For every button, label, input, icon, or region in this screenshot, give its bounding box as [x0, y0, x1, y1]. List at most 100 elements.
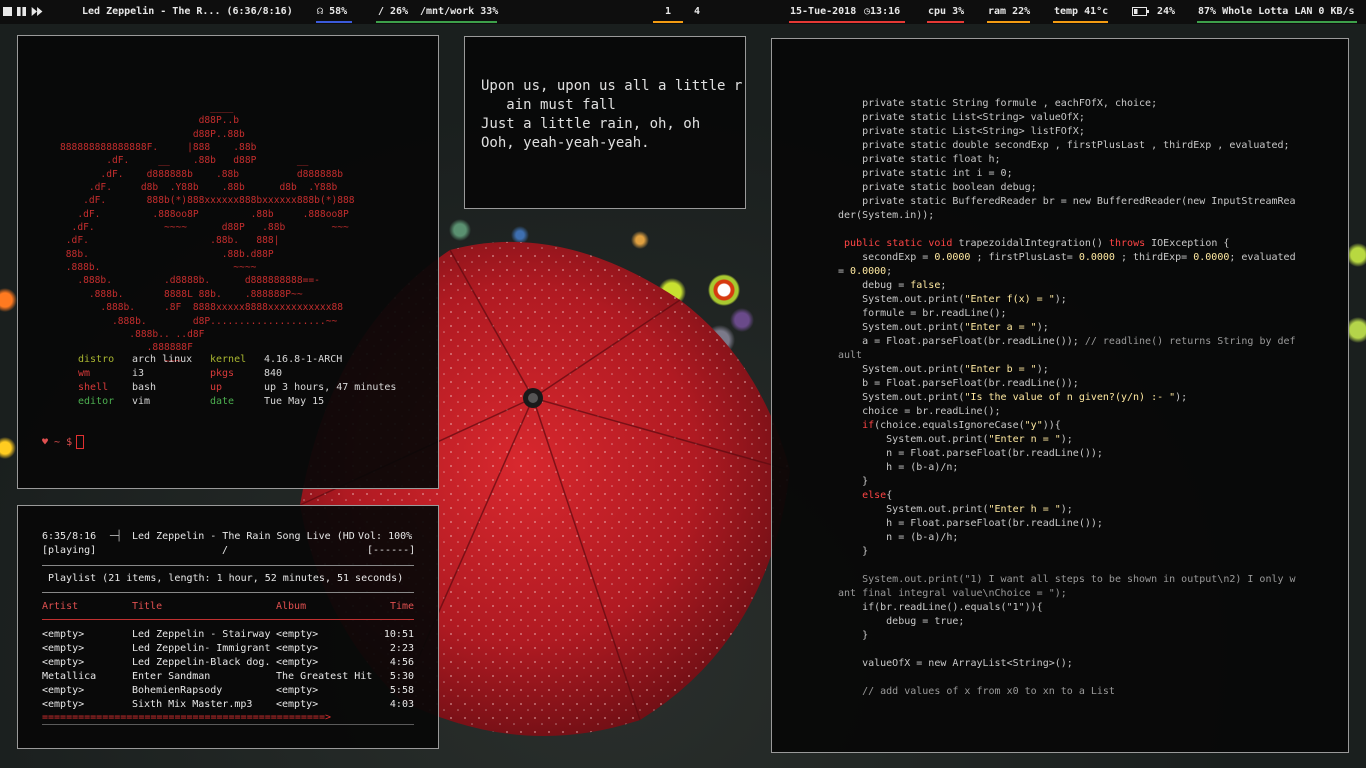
code-line[interactable]: b = Float.parseFloat(br.readLine());: [838, 377, 1304, 391]
track-artist[interactable]: <empty>: [42, 698, 84, 712]
code-line[interactable]: public static void trapezoidalIntegratio…: [838, 237, 1304, 251]
track-artist[interactable]: <empty>: [42, 684, 84, 698]
pause-icon[interactable]: [17, 6, 26, 16]
code-line[interactable]: System.out.print("Is the value of n give…: [838, 391, 1304, 405]
code-line[interactable]: ault: [838, 349, 1304, 363]
code-editor-window[interactable]: private static String formule , eachFOfX…: [771, 38, 1349, 753]
code-line[interactable]: der(System.in));: [838, 209, 1304, 223]
battery-value: 24%: [1157, 6, 1176, 17]
track-title[interactable]: BohemienRapsody: [132, 684, 274, 698]
code-line[interactable]: a = Float.parseFloat(br.readLine()); // …: [838, 335, 1304, 349]
code-line[interactable]: System.out.print("Enter f(x) = ");: [838, 293, 1304, 307]
next-icon[interactable]: [31, 6, 44, 16]
code-line[interactable]: System.out.print("1) I want all steps to…: [838, 573, 1304, 587]
code-line[interactable]: // add values of x from x0 to xn to a Li…: [838, 685, 1304, 699]
code-line[interactable]: [838, 643, 1304, 657]
code-line[interactable]: if(choice.equalsIgnoreCase("y")){: [838, 419, 1304, 433]
code-line[interactable]: h = Float.parseFloat(br.readLine());: [838, 517, 1304, 531]
track-album[interactable]: <empty>: [276, 628, 318, 642]
info-value: vim: [132, 396, 151, 407]
media-controls: [3, 0, 49, 24]
track-album[interactable]: <empty>: [276, 642, 318, 656]
battery: 24%: [1132, 0, 1175, 24]
track-title[interactable]: Led Zeppelin- Immigrant: [132, 642, 274, 656]
column-header-artist[interactable]: Artist: [42, 600, 78, 614]
ram-underline: [987, 21, 1030, 23]
code-line[interactable]: n = Float.parseFloat(br.readLine());: [838, 447, 1304, 461]
code-line[interactable]: [838, 223, 1304, 237]
temp-underline: [1053, 21, 1108, 23]
code-line[interactable]: n = (b-a)/h;: [838, 531, 1304, 545]
lyric-line: ain must fall: [481, 97, 616, 113]
shell-prompt[interactable]: ♥ ~ $: [42, 435, 85, 449]
column-header-time[interactable]: Time: [390, 600, 414, 614]
terminal-cursor: [76, 435, 85, 449]
track-album[interactable]: The Greatest Hit: [276, 670, 372, 684]
code-line[interactable]: private static BufferedReader br = new B…: [838, 195, 1304, 209]
code-line[interactable]: private static boolean debug;: [838, 181, 1304, 195]
media-title[interactable]: Led Zeppelin - The R... (6:36/8:16): [82, 0, 293, 24]
track-time[interactable]: 4:03: [390, 698, 414, 712]
code-line[interactable]: formule = br.readLine();: [838, 307, 1304, 321]
code-line[interactable]: System.out.print("Enter h = ");: [838, 503, 1304, 517]
column-header-title[interactable]: Title: [132, 600, 162, 614]
time-value: 13:16: [870, 6, 901, 17]
code-line[interactable]: private static double secondExp , firstP…: [838, 139, 1304, 153]
code-line[interactable]: debug = true;: [838, 615, 1304, 629]
code-line[interactable]: debug = false;: [838, 279, 1304, 293]
track-album[interactable]: <empty>: [276, 656, 318, 670]
code-line[interactable]: ant final integral value\nChoice = ");: [838, 587, 1304, 601]
status-bar: Led Zeppelin - The R... (6:36/8:16) ☊ 58…: [0, 0, 1366, 24]
track-time[interactable]: 4:56: [390, 656, 414, 670]
lyrics-window[interactable]: Upon us, upon us all a little r ain must…: [464, 36, 746, 209]
track-title[interactable]: Led Zeppelin-Black dog.: [132, 656, 274, 670]
info-value: up 3 hours, 47 minutes: [264, 382, 397, 393]
track-time[interactable]: 10:51: [384, 628, 414, 642]
code-line[interactable]: System.out.print("Enter b = ");: [838, 363, 1304, 377]
code-line[interactable]: }: [838, 629, 1304, 643]
code-line[interactable]: private static float h;: [838, 153, 1304, 167]
cpu-underline: [927, 21, 964, 23]
terminal-neofetch[interactable]: ____ d88P..b d88P..88b 888888888888888F.…: [17, 35, 439, 489]
code-line[interactable]: }: [838, 475, 1304, 489]
date-underline: [789, 21, 905, 23]
state-slash: /: [222, 545, 229, 556]
track-title[interactable]: Enter Sandman: [132, 670, 274, 684]
code-line[interactable]: h = (b-a)/n;: [838, 461, 1304, 475]
code-line[interactable]: private static List<String> valueOfX;: [838, 111, 1304, 125]
track-title[interactable]: Sixth Mix Master.mp3: [132, 698, 274, 712]
code-line[interactable]: [838, 559, 1304, 573]
code-line[interactable]: System.out.print("Enter a = ");: [838, 321, 1304, 335]
track-time[interactable]: 5:30: [390, 670, 414, 684]
code-line[interactable]: if(br.readLine().equals("1")){: [838, 601, 1304, 615]
code-line[interactable]: private static int i = 0;: [838, 167, 1304, 181]
track-album[interactable]: <empty>: [276, 698, 318, 712]
code-content[interactable]: private static String formule , eachFOfX…: [838, 97, 1304, 699]
track-title[interactable]: Led Zeppelin - Stairway: [132, 628, 274, 642]
track-artist[interactable]: <empty>: [42, 642, 84, 656]
track-artist[interactable]: <empty>: [42, 628, 84, 642]
code-line[interactable]: private static List<String> listFOfX;: [838, 125, 1304, 139]
stop-icon[interactable]: [3, 6, 12, 16]
workspace-4[interactable]: 4: [694, 0, 700, 24]
track-time[interactable]: 5:58: [390, 684, 414, 698]
column-header-album[interactable]: Album: [276, 600, 306, 614]
code-line[interactable]: choice = br.readLine();: [838, 405, 1304, 419]
track-time[interactable]: 2:23: [390, 642, 414, 656]
info-value: bash: [132, 382, 157, 393]
code-line[interactable]: System.out.print("Enter n = ");: [838, 433, 1304, 447]
code-line[interactable]: secondExp = 0.0000 ; firstPlusLast= 0.00…: [838, 251, 1304, 265]
code-line[interactable]: private static String formule , eachFOfX…: [838, 97, 1304, 111]
code-line[interactable]: valueOfX = new ArrayList<String>();: [838, 657, 1304, 671]
code-line[interactable]: = 0.0000;: [838, 265, 1304, 279]
code-line[interactable]: else{: [838, 489, 1304, 503]
track-artist[interactable]: Metallica: [42, 670, 96, 684]
code-line[interactable]: }: [838, 545, 1304, 559]
code-line[interactable]: [838, 671, 1304, 685]
track-album[interactable]: <empty>: [276, 684, 318, 698]
progress-bar[interactable]: ========================================…: [42, 711, 331, 725]
disk-underline: [376, 21, 497, 23]
track-artist[interactable]: <empty>: [42, 656, 84, 670]
music-player-window[interactable]: 6:35/8:16 ─┤ Led Zeppelin - The Rain Son…: [17, 505, 439, 749]
prompt-text: ♥ ~ $: [42, 437, 73, 448]
